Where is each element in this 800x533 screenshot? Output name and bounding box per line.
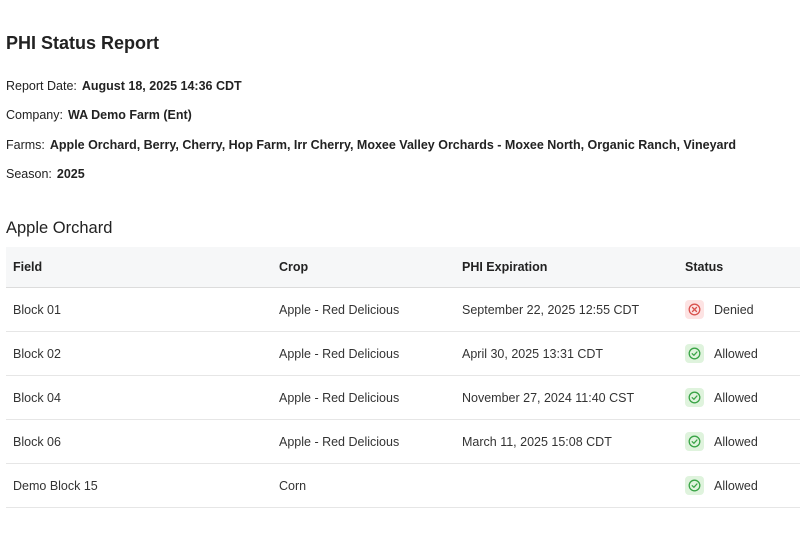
table-row[interactable]: Demo Block 15 Corn Allowed: [6, 464, 800, 508]
crop-cell: Apple - Red Delicious: [279, 390, 400, 405]
status-badge: Allowed: [714, 346, 758, 361]
x-circle-icon: [685, 300, 704, 319]
table-row[interactable]: Block 04 Apple - Red Delicious November …: [6, 376, 800, 420]
status-cell: Allowed: [678, 388, 800, 407]
status-cell: Allowed: [678, 476, 800, 495]
table-row[interactable]: Block 01 Apple - Red Delicious September…: [6, 288, 800, 332]
status-badge: Denied: [714, 302, 754, 317]
status-cell: Denied: [678, 300, 800, 319]
status-cell: Allowed: [678, 432, 800, 451]
company-label: Company:: [6, 108, 63, 122]
status-cell: Allowed: [678, 344, 800, 363]
field-cell: Block 02: [13, 346, 61, 361]
table-row[interactable]: Block 06 Apple - Red Delicious March 11,…: [6, 420, 800, 464]
phi-expiration-cell: April 30, 2025 13:31 CDT: [462, 346, 604, 361]
field-cell: Block 01: [13, 302, 61, 317]
section-title: Apple Orchard: [6, 219, 113, 237]
season-label: Season:: [6, 167, 52, 181]
table-header-row: Field Crop PHI Expiration Status: [6, 247, 800, 288]
status-badge: Allowed: [714, 434, 758, 449]
report-date-value: August 18, 2025 14:36 CDT: [81, 79, 242, 93]
season-value: 2025: [56, 167, 85, 181]
report-date-label: Report Date:: [6, 79, 77, 93]
report-date-line: Report Date: August 18, 2025 14:36 CDT: [6, 79, 242, 93]
phi-expiration-cell: March 11, 2025 15:08 CDT: [462, 434, 612, 449]
field-cell: Block 04: [13, 390, 61, 405]
column-header-phi-expiration[interactable]: PHI Expiration: [455, 260, 678, 274]
check-circle-icon: [685, 388, 704, 407]
status-badge: Allowed: [714, 478, 758, 493]
company-line: Company: WA Demo Farm (Ent): [6, 108, 192, 122]
field-cell: Demo Block 15: [13, 478, 98, 493]
status-badge: Allowed: [714, 390, 758, 405]
check-circle-icon: [685, 476, 704, 495]
table-row[interactable]: Block 02 Apple - Red Delicious April 30,…: [6, 332, 800, 376]
company-value: WA Demo Farm (Ent): [67, 108, 192, 122]
season-line: Season: 2025: [6, 167, 85, 181]
phi-expiration-cell: November 27, 2024 11:40 CST: [462, 390, 635, 405]
phi-expiration-cell: September 22, 2025 12:55 CDT: [462, 302, 640, 317]
crop-cell: Apple - Red Delicious: [279, 302, 400, 317]
farms-value: Apple Orchard, Berry, Cherry, Hop Farm, …: [49, 138, 736, 152]
field-cell: Block 06: [13, 434, 61, 449]
check-circle-icon: [685, 432, 704, 451]
phi-status-table: Field Crop PHI Expiration Status Block 0…: [6, 247, 800, 508]
page-title: PHI Status Report: [6, 33, 160, 53]
column-header-crop[interactable]: Crop: [272, 260, 455, 274]
crop-cell: Apple - Red Delicious: [279, 346, 400, 361]
check-circle-icon: [685, 344, 704, 363]
column-header-status[interactable]: Status: [678, 260, 800, 274]
crop-cell: Apple - Red Delicious: [279, 434, 400, 449]
farms-label: Farms:: [6, 138, 45, 152]
column-header-field[interactable]: Field: [6, 260, 272, 274]
crop-cell: Corn: [279, 478, 307, 493]
farms-line: Farms: Apple Orchard, Berry, Cherry, Hop …: [6, 138, 736, 152]
